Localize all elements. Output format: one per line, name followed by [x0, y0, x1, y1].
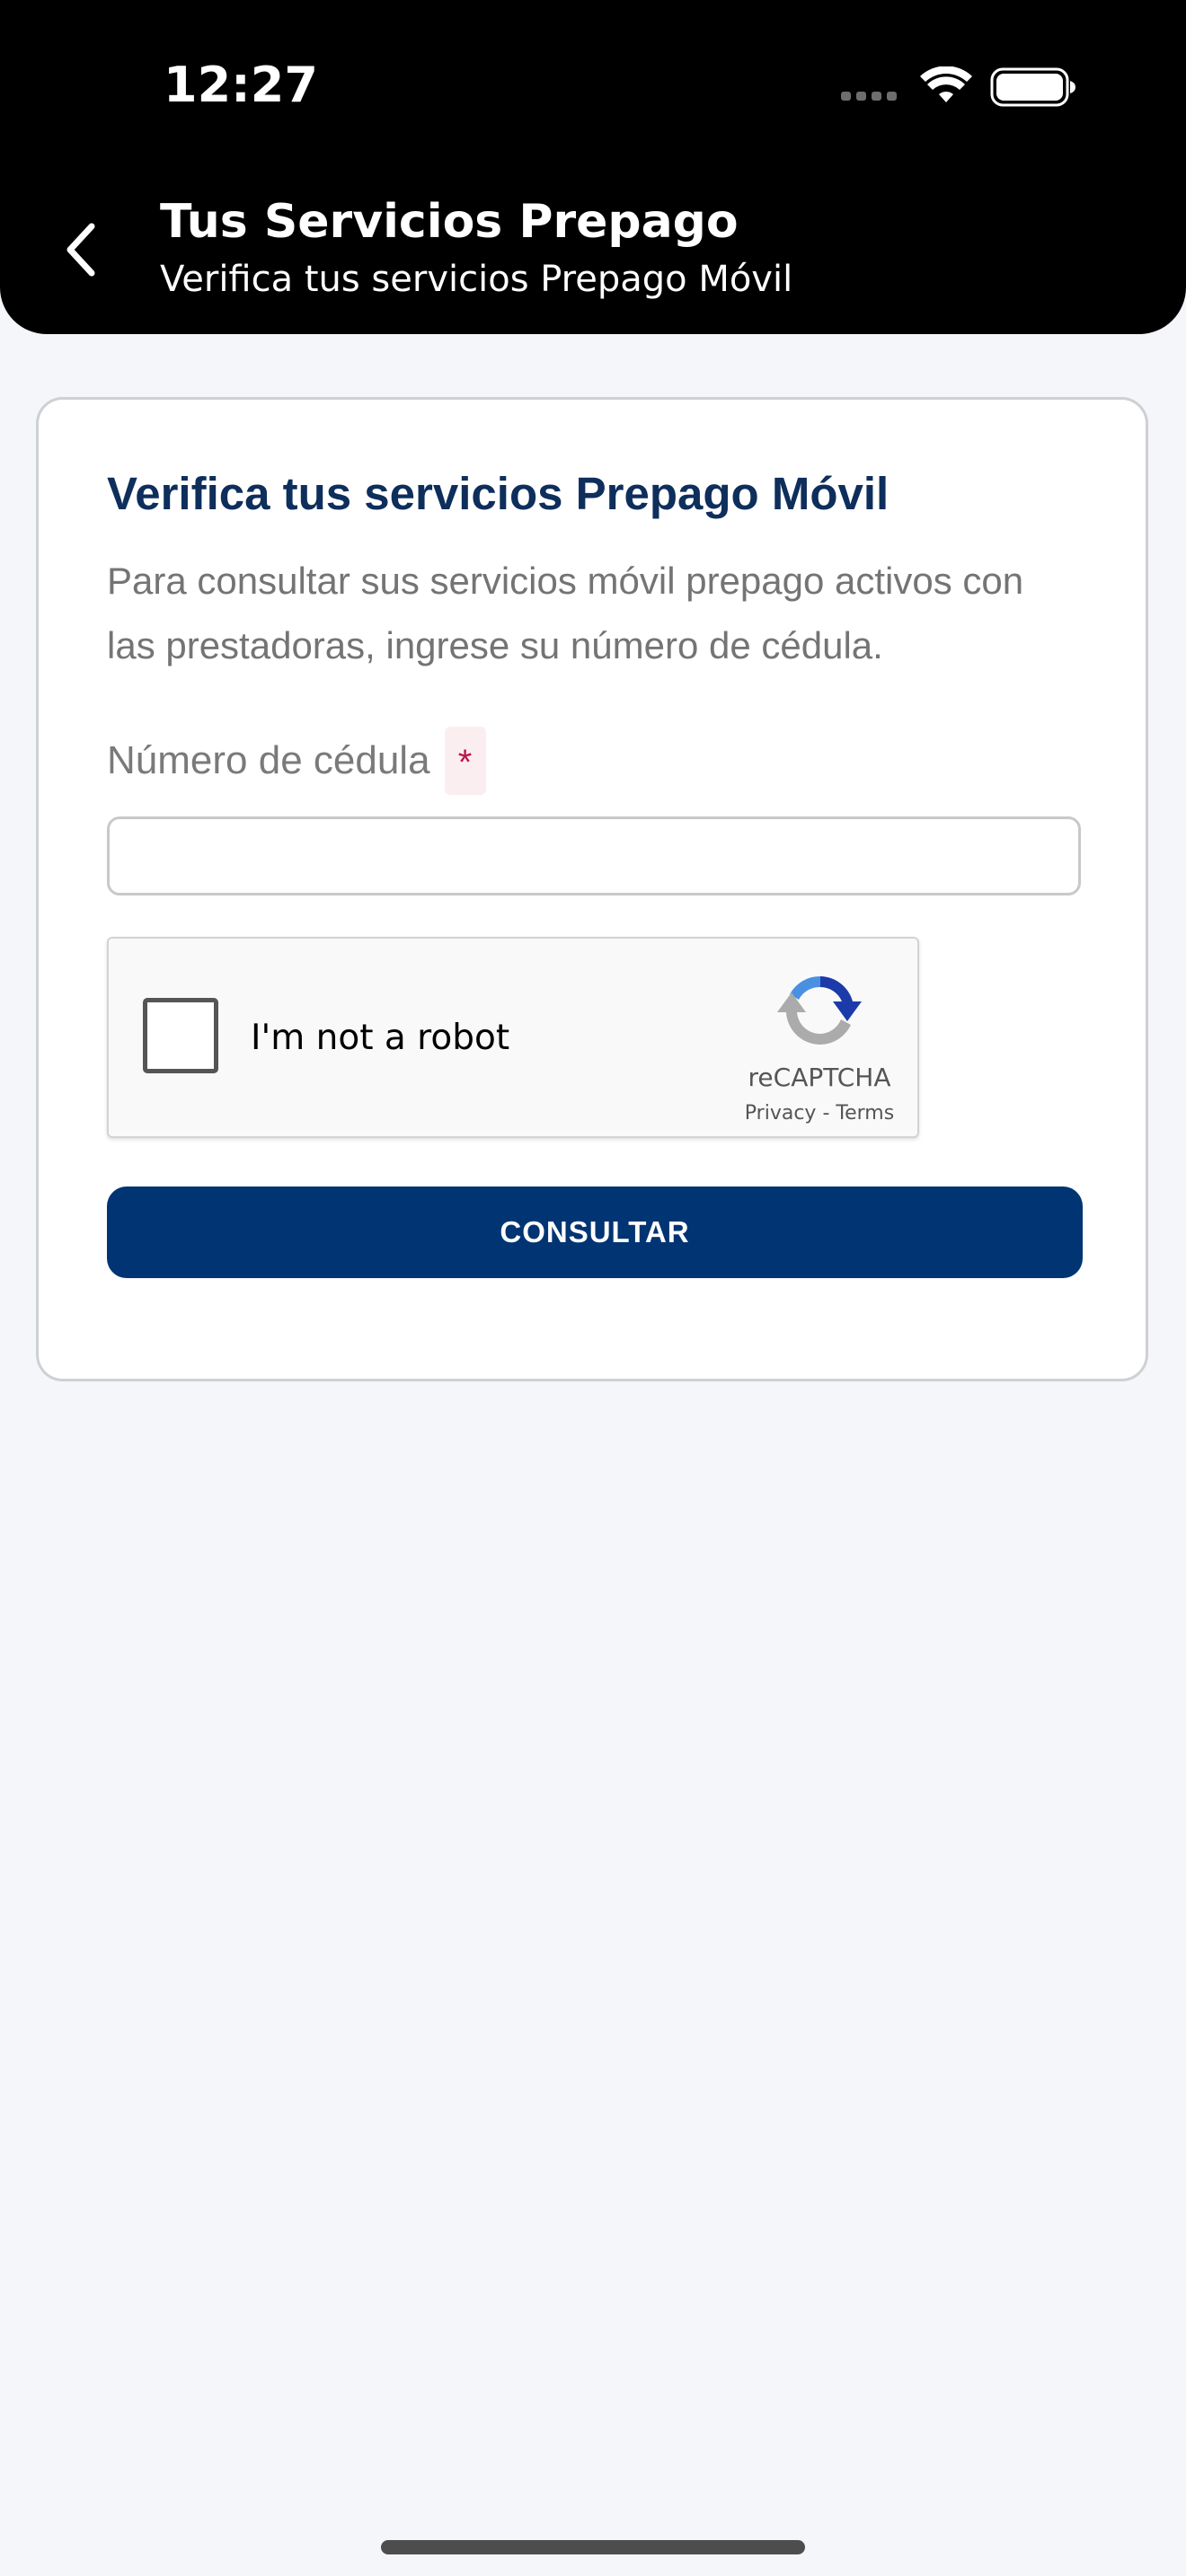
status-icons — [841, 65, 1076, 110]
privacy-link[interactable]: Privacy — [745, 1102, 817, 1125]
recaptcha-label: I'm not a robot — [251, 1018, 510, 1058]
page-title: Tus Servicios Prepago — [160, 195, 739, 249]
consultar-button[interactable]: CONSULTAR — [107, 1187, 1083, 1278]
terms-link[interactable]: Terms — [836, 1102, 894, 1125]
battery-icon — [990, 67, 1075, 107]
verification-card: Verifica tus servicios Prepago Móvil Par… — [36, 397, 1148, 1381]
signal-icon — [841, 92, 897, 101]
cedula-input[interactable] — [107, 816, 1081, 895]
home-indicator — [381, 2540, 805, 2554]
card-title: Verifica tus servicios Prepago Móvil — [107, 468, 890, 519]
recaptcha-links: Privacy - Terms — [718, 1100, 921, 1127]
recaptcha-checkbox[interactable] — [143, 998, 218, 1073]
recaptcha-logo-icon — [777, 975, 862, 1045]
recaptcha-brand: reCAPTCHA — [748, 1063, 891, 1092]
wifi-icon — [920, 66, 972, 102]
app-header: 12:27 Tus Servicios Prepago Verifica tus… — [0, 0, 1186, 334]
cedula-label: Número de cédula — [107, 738, 430, 782]
card-description: Para consultar sus servicios móvil prepa… — [107, 560, 1024, 666]
cedula-label-row: Número de cédula * — [107, 727, 486, 795]
back-button[interactable] — [50, 214, 111, 286]
page-subtitle: Verifica tus servicios Prepago Móvil — [160, 259, 793, 300]
chevron-left-icon — [66, 223, 95, 277]
recaptcha-widget: I'm not a robot reCAPTCHA Privacy - Term… — [107, 937, 919, 1138]
status-time: 12:27 — [164, 57, 318, 113]
links-separator: - — [822, 1102, 830, 1125]
required-asterisk: * — [444, 727, 486, 795]
